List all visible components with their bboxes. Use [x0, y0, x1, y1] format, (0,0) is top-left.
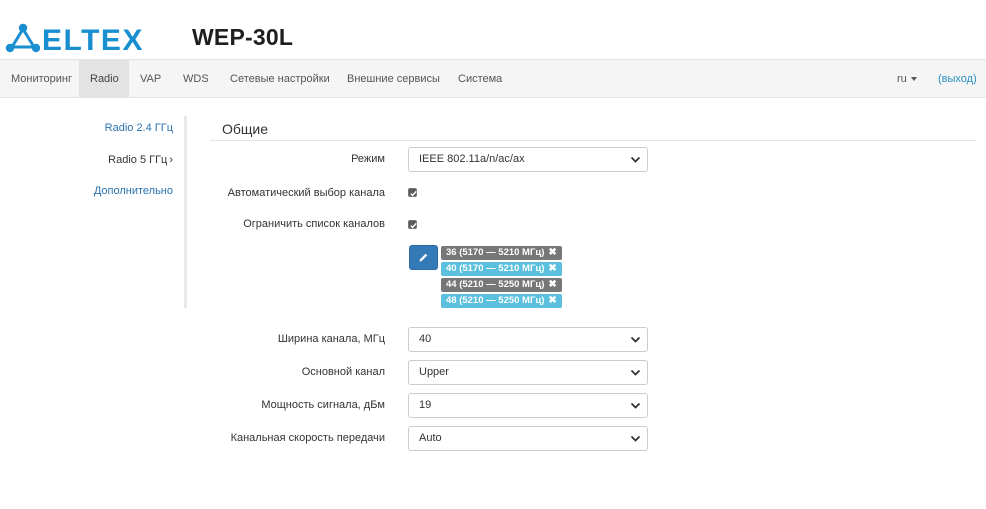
chevron-down-icon: [630, 369, 641, 376]
limit-channels-checkbox[interactable]: [408, 220, 417, 229]
edit-channels-button[interactable]: [409, 245, 438, 270]
section-title: Общие: [222, 121, 269, 137]
tx-power-label: Мощность сигнала, дБм: [261, 399, 385, 411]
tx-rate-value: Auto: [419, 432, 442, 444]
tx-rate-label: Канальная скорость передачи: [230, 432, 385, 444]
section-divider: [210, 140, 976, 141]
remove-icon[interactable]: ✖: [548, 247, 556, 258]
channel-width-value: 40: [419, 333, 432, 345]
auto-channel-label: Автоматический выбор канала: [227, 187, 385, 199]
language-value: ru: [897, 73, 907, 85]
remove-icon[interactable]: ✖: [548, 263, 556, 274]
remove-icon[interactable]: ✖: [548, 295, 556, 306]
sidebar-divider: [184, 116, 187, 308]
channel-chip: 44 (5210 — 5250 МГц) ✖: [441, 278, 562, 292]
channel-chip: 40 (5170 — 5210 МГц) ✖: [441, 262, 562, 276]
top-navbar: Мониторинг Radio VAP WDS Сетевые настрой…: [0, 59, 986, 98]
nav-monitoring[interactable]: Мониторинг: [0, 60, 83, 98]
remove-icon[interactable]: ✖: [548, 279, 556, 290]
nav-system[interactable]: Система: [447, 60, 513, 98]
channel-chip-label: 36 (5170 — 5210 МГц): [446, 247, 545, 258]
tx-rate-select[interactable]: Auto: [408, 426, 648, 451]
logout-link[interactable]: (выход): [930, 60, 985, 98]
channel-chip-label: 48 (5210 — 5250 МГц): [446, 295, 545, 306]
pencil-icon: [419, 253, 428, 262]
brand-text: ELTEX: [42, 24, 144, 55]
nav-external-services[interactable]: Внешние сервисы: [336, 60, 451, 98]
check-icon: [410, 190, 417, 197]
header: ELTEX WEP-30L: [0, 0, 986, 60]
mode-value: IEEE 802.11a/n/ac/ax: [419, 153, 525, 165]
tx-power-value: 19: [419, 399, 432, 411]
language-dropdown[interactable]: ru: [886, 60, 928, 98]
primary-channel-label: Основной канал: [301, 366, 385, 378]
nav-network-settings[interactable]: Сетевые настройки: [219, 60, 341, 98]
primary-channel-value: Upper: [419, 366, 449, 378]
eltex-logo: ELTEX: [5, 23, 144, 55]
channel-width-label: Ширина канала, МГц: [277, 333, 385, 345]
mode-label: Режим: [351, 153, 385, 165]
chevron-down-icon: [630, 435, 641, 442]
mode-select[interactable]: IEEE 802.11a/n/ac/ax: [408, 147, 648, 172]
nav-radio[interactable]: Radio: [79, 60, 129, 98]
limit-channels-label: Ограничить список каналов: [243, 218, 385, 230]
sidebar-item-radio-2-4[interactable]: Radio 2.4 ГГц: [105, 122, 173, 134]
nav-wds[interactable]: WDS: [172, 60, 220, 98]
device-model: WEP-30L: [192, 24, 294, 50]
chevron-down-icon: [630, 156, 641, 163]
primary-channel-select[interactable]: Upper: [408, 360, 648, 385]
nav-vap[interactable]: VAP: [129, 60, 172, 98]
channel-chip-label: 44 (5210 — 5250 МГц): [446, 279, 545, 290]
chevron-down-icon: [630, 336, 641, 343]
channel-chip: 36 (5170 — 5210 МГц) ✖: [441, 246, 562, 260]
channel-width-select[interactable]: 40: [408, 327, 648, 352]
channel-chip-label: 40 (5170 — 5210 МГц): [446, 263, 545, 274]
caret-down-icon: [910, 77, 917, 82]
check-icon: [410, 222, 417, 229]
chevron-down-icon: [630, 402, 641, 409]
auto-channel-checkbox[interactable]: [408, 188, 417, 197]
channel-chip: 48 (5210 — 5250 МГц) ✖: [441, 294, 562, 308]
tx-power-select[interactable]: 19: [408, 393, 648, 418]
